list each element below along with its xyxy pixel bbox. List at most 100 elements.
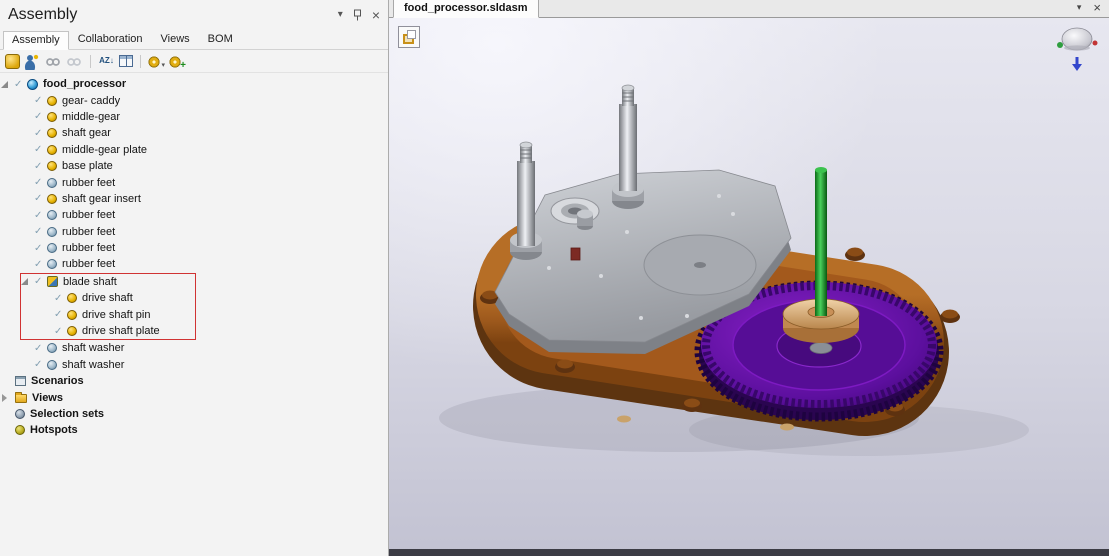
tree-item-shaft-gear[interactable]: ✓ shaft gear (0, 125, 388, 141)
doc-tab-list-icon[interactable]: ▾ (1077, 2, 1082, 13)
visibility-checkbox[interactable]: ✓ (34, 226, 46, 237)
tree-item-scenarios[interactable]: Scenarios (0, 373, 388, 389)
visibility-checkbox[interactable]: ✓ (34, 259, 46, 270)
visibility-checkbox[interactable]: ✓ (34, 111, 46, 122)
composer-cube-icon (403, 34, 414, 44)
collaboration-actor-icon[interactable] (24, 52, 41, 70)
viewport-mode-button[interactable] (398, 26, 420, 48)
sort-alphabetical-icon[interactable]: AZ↓ (98, 53, 115, 70)
document-tab[interactable]: food_processor.sldasm (393, 0, 539, 18)
tree-item-rubber-feet[interactable]: ✓ rubber feet (0, 224, 388, 240)
visibility-checkbox[interactable]: ✓ (34, 161, 46, 172)
panel-header: Assembly ▾ × (0, 0, 388, 30)
hotspots-icon (15, 425, 25, 436)
tree-item-gear-caddy[interactable]: ✓ gear- caddy (0, 92, 388, 108)
visibility-checkbox[interactable]: ✓ (54, 326, 66, 337)
part-icon (47, 144, 57, 155)
visibility-checkbox[interactable]: ✓ (14, 79, 26, 90)
visibility-checkbox[interactable]: ✓ (54, 309, 66, 320)
part-icon (67, 309, 77, 320)
tree-item-label: rubber feet (62, 242, 116, 255)
panel-menu-icon[interactable]: ▾ (338, 10, 343, 20)
assembly-panel: Assembly ▾ × Assembly Collaboration Views B… (0, 0, 389, 556)
tree-item-label: Views (32, 391, 63, 404)
tree-item-base-plate[interactable]: ✓ base plate (0, 158, 388, 174)
visibility-checkbox[interactable]: ✓ (34, 210, 46, 221)
panel-tabbar: Assembly Collaboration Views BOM (0, 30, 388, 50)
tree-item-label: base plate (62, 160, 113, 173)
tree-item-shaft-washer[interactable]: ✓ shaft washer (0, 340, 388, 356)
selection-sets-icon (15, 409, 25, 419)
tree-item-label: food_processor (43, 78, 127, 91)
selection-highlight-box: ✓ blade shaft ✓ drive shaft ✓ drive shaft pin… (20, 272, 196, 341)
tree-item-label: drive shaft (82, 292, 133, 305)
tree-item-label: drive shaft plate (82, 325, 160, 338)
visibility-checkbox[interactable]: ✓ (34, 243, 46, 254)
tree-item-rubber-feet[interactable]: ✓ rubber feet (0, 240, 388, 256)
tree-item-shaft-gear-insert[interactable]: ✓ shaft gear insert (0, 191, 388, 207)
panel-tab-collaboration[interactable]: Collaboration (69, 30, 152, 49)
app-window: Assembly ▾ × Assembly Collaboration Views B… (0, 0, 1109, 556)
tree-item-hotspots[interactable]: Hotspots (0, 422, 388, 438)
assembly-tree[interactable]: ✓ food_processor ✓ gear- caddy ✓ middle-gear ✓… (0, 73, 388, 556)
tree-item-label: rubber feet (62, 209, 116, 222)
part-icon (47, 193, 57, 204)
tree-item-drive-shaft[interactable]: ✓ drive shaft (21, 290, 195, 306)
document-tabbar: food_processor.sldasm ▾ × (389, 0, 1109, 18)
part-icon (67, 293, 77, 304)
scenarios-icon (15, 376, 26, 387)
fastener-icon (47, 177, 57, 188)
panel-close-icon[interactable]: × (372, 8, 380, 22)
doc-close-icon[interactable]: × (1093, 0, 1101, 15)
model-standoff-cylinder-left[interactable] (510, 141, 542, 260)
visibility-checkbox[interactable]: ✓ (34, 276, 46, 287)
expander-icon[interactable] (1, 80, 8, 88)
unlink-disabled-icon[interactable] (66, 52, 83, 70)
tree-item-rubber-feet[interactable]: ✓ rubber feet (0, 256, 388, 272)
tree-item-rubber-feet[interactable]: ✓ rubber feet (0, 207, 388, 223)
tree-item-label: Selection sets (30, 408, 104, 420)
visibility-gear-icon[interactable]: ▾ (148, 52, 165, 70)
visibility-checkbox[interactable]: ✓ (34, 193, 46, 204)
expander-icon[interactable] (21, 278, 28, 286)
tree-item-middle-gear[interactable]: ✓ middle-gear (0, 109, 388, 125)
panel-tab-views[interactable]: Views (152, 30, 199, 49)
tree-item-drive-shaft-pin[interactable]: ✓ drive shaft pin (21, 306, 195, 322)
visibility-checkbox[interactable]: ✓ (34, 95, 46, 106)
orbit-sphere-icon (1057, 27, 1098, 71)
tree-item-rubber-feet[interactable]: ✓ rubber feet (0, 174, 388, 190)
add-gear-icon[interactable]: + (169, 52, 186, 70)
panel-tab-assembly[interactable]: Assembly (3, 31, 69, 50)
part-icon (67, 326, 77, 337)
assembly-3d-model (439, 84, 1029, 456)
visibility-checkbox[interactable]: ✓ (34, 343, 46, 354)
viewport-3d[interactable] (389, 18, 1109, 556)
visibility-checkbox[interactable]: ✓ (34, 144, 46, 155)
visibility-checkbox[interactable]: ✓ (54, 293, 66, 304)
tree-item-label: blade shaft (63, 275, 117, 288)
link-disabled-icon[interactable] (45, 52, 62, 70)
visibility-checkbox[interactable]: ✓ (34, 128, 46, 139)
navigation-widget[interactable] (1055, 24, 1099, 78)
fastener-icon (47, 210, 57, 221)
visibility-checkbox[interactable]: ✓ (34, 359, 46, 370)
model-standoff-cylinder-right[interactable] (612, 84, 644, 209)
visibility-checkbox[interactable]: ✓ (34, 177, 46, 188)
tree-item-shaft-washer[interactable]: ✓ shaft washer (0, 357, 388, 373)
panel-tab-bom[interactable]: BOM (199, 30, 242, 49)
fastener-icon (47, 259, 57, 270)
tree-item-label: middle-gear (62, 110, 121, 123)
tree-item-drive-shaft-plate[interactable]: ✓ drive shaft plate (21, 323, 195, 339)
tree-item-views[interactable]: Views (0, 389, 388, 405)
fastener-icon (47, 359, 57, 370)
add-component-icon[interactable] (5, 53, 20, 69)
pin-icon[interactable] (353, 9, 362, 21)
document-area: food_processor.sldasm ▾ × (389, 0, 1109, 556)
tree-item-middle-gear-plate[interactable]: ✓ middle-gear plate (0, 142, 388, 158)
column-grid-icon[interactable] (119, 55, 133, 67)
tree-item-food-processor[interactable]: ✓ food_processor (0, 76, 388, 92)
expander-icon[interactable] (2, 393, 7, 402)
viewport-bottom-bar (389, 549, 1109, 556)
tree-item-blade-shaft[interactable]: ✓ blade shaft (21, 274, 195, 290)
tree-item-selection-sets[interactable]: Selection sets (0, 406, 388, 422)
